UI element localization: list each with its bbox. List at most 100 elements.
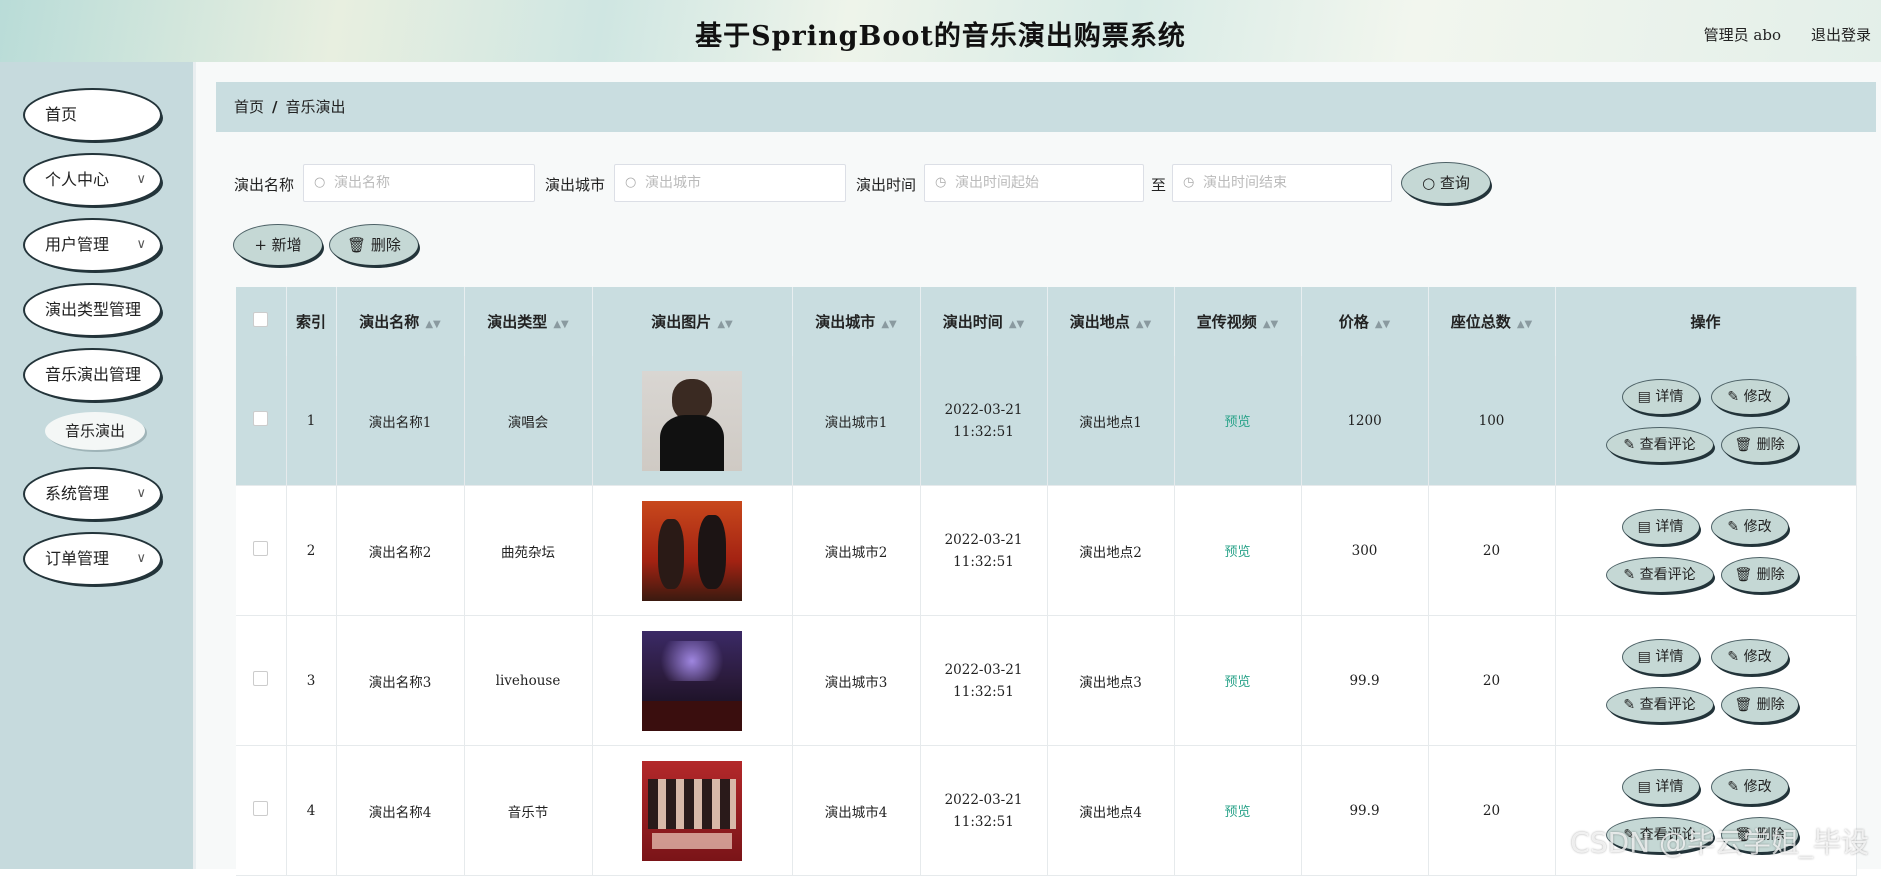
view-comments-button[interactable]: ✎ 查看评论 [1606, 687, 1713, 722]
top-bar: 基于SpringBoot的音乐演出购票系统 管理员 abo 退出登录 [0, 0, 1881, 63]
sort-icon[interactable]: ▲▼ [425, 319, 440, 330]
edit-button[interactable]: ✎ 修改 [1711, 639, 1788, 674]
cell-index: 2 [286, 485, 337, 616]
cell-place: 演出地点1 [1047, 356, 1175, 486]
sidebar-item-system-management[interactable]: 系统管理 ∨ [25, 469, 160, 519]
cell-video: 预览 [1174, 485, 1302, 616]
sidebar-item-show-type-management[interactable]: 演出类型管理 [25, 285, 160, 335]
search-city-input[interactable]: ○ 演出城市 [614, 164, 846, 202]
sidebar-item-personal-center[interactable]: 个人中心 ∨ [25, 155, 160, 205]
col-seats[interactable]: 座位总数 ▲▼ [1428, 287, 1556, 356]
row-checkbox[interactable] [253, 801, 269, 816]
view-comments-button[interactable]: ✎ 查看评论 [1606, 427, 1713, 462]
cell-index: 3 [286, 615, 337, 746]
sidebar-item-order-management[interactable]: 订单管理 ∨ [25, 534, 160, 584]
sidebar-subitem-music-show[interactable]: 音乐演出 [45, 412, 145, 450]
cell-time: 2022-03-21 11:32:51 [920, 356, 1048, 486]
view-comments-button[interactable]: ✎ 查看评论 [1606, 557, 1713, 592]
row-delete-button[interactable]: 🗑 删除 [1721, 557, 1798, 592]
breadcrumb: 首页 / 音乐演出 [216, 82, 1876, 132]
col-video[interactable]: 宣传视频 ▲▼ [1174, 287, 1302, 356]
detail-button[interactable]: ▤ 详情 [1622, 379, 1699, 414]
row-checkbox[interactable] [253, 671, 269, 686]
select-all-checkbox[interactable] [253, 312, 269, 327]
cell-time: 2022-03-21 11:32:51 [920, 615, 1048, 746]
breadcrumb-home[interactable]: 首页 [234, 98, 264, 116]
col-image-label: 演出图片 [651, 313, 712, 331]
cell-name: 演出名称4 [336, 745, 465, 876]
sort-icon[interactable]: ▲▼ [1009, 319, 1024, 330]
cell-time: 2022-03-21 11:32:51 [920, 745, 1048, 876]
video-preview-link[interactable]: 预览 [1224, 545, 1250, 560]
show-thumbnail[interactable] [642, 760, 742, 861]
show-thumbnail[interactable] [642, 370, 742, 471]
add-button[interactable]: + 新增 [234, 225, 322, 265]
chevron-down-icon: ∨ [136, 172, 146, 187]
sort-icon[interactable]: ▲▼ [1263, 319, 1278, 330]
col-city[interactable]: 演出城市 ▲▼ [792, 287, 921, 356]
sidebar-item-label: 首页 [45, 105, 78, 124]
row-select-cell[interactable] [236, 745, 287, 876]
row-select-cell[interactable] [236, 356, 287, 486]
detail-button[interactable]: ▤ 详情 [1622, 509, 1699, 544]
video-preview-link[interactable]: 预览 [1224, 675, 1250, 690]
select-all-cell[interactable] [236, 287, 287, 356]
cell-price: 99.9 [1301, 615, 1429, 746]
edit-button[interactable]: ✎ 修改 [1711, 769, 1788, 804]
col-place[interactable]: 演出地点 ▲▼ [1047, 287, 1175, 356]
row-select-cell[interactable] [236, 615, 287, 746]
row-checkbox[interactable] [253, 541, 269, 556]
detail-button[interactable]: ▤ 详情 [1622, 639, 1699, 674]
col-time[interactable]: 演出时间 ▲▼ [920, 287, 1048, 356]
video-preview-link[interactable]: 预览 [1224, 805, 1250, 820]
show-thumbnail[interactable] [642, 630, 742, 731]
detail-button[interactable]: ▤ 详情 [1622, 769, 1699, 804]
col-type[interactable]: 演出类型 ▲▼ [464, 287, 593, 356]
query-button[interactable]: ○ 查询 [1402, 163, 1490, 203]
shows-table: 索引 演出名称 ▲▼ 演出类型 ▲▼ 演出图片 ▲▼ 演出城市 ▲▼ 演出时间 ▲▼ 演出… [236, 287, 1857, 876]
breadcrumb-separator: / [272, 98, 278, 116]
app-title: 基于SpringBoot的音乐演出购票系统 [695, 21, 1186, 52]
show-thumbnail[interactable] [642, 500, 742, 601]
video-preview-link[interactable]: 预览 [1224, 415, 1250, 430]
add-button-label: 新增 [271, 236, 302, 254]
search-icon: ○ [1422, 174, 1440, 192]
table-row: 1 演出名称1 演唱会 演出城市1 2022-03-21 11:32:51 演出地点1 预览… [236, 356, 1857, 486]
row-checkbox[interactable] [253, 411, 269, 426]
sidebar: 首页 个人中心 ∨ 用户管理 ∨ 演出类型管理 音乐演出管理 音乐演出 系统管理… [0, 62, 196, 869]
trash-icon: 🗑 [347, 236, 371, 254]
logout-link[interactable]: 退出登录 [1811, 24, 1871, 45]
sidebar-item-music-show-management[interactable]: 音乐演出管理 [25, 350, 160, 400]
col-place-label: 演出地点 [1069, 313, 1130, 331]
row-delete-button-label: 删除 [1756, 436, 1785, 453]
col-image[interactable]: 演出图片 ▲▼ [592, 287, 793, 356]
sort-icon[interactable]: ▲▼ [1517, 319, 1532, 330]
breadcrumb-current: 音乐演出 [285, 98, 346, 116]
sort-icon[interactable]: ▲▼ [1375, 319, 1390, 330]
search-time-start-input[interactable]: ◷ 演出时间起始 [924, 164, 1144, 202]
row-delete-button[interactable]: 🗑 删除 [1721, 427, 1798, 462]
sort-icon[interactable]: ▲▼ [1136, 319, 1151, 330]
sort-icon[interactable]: ▲▼ [881, 319, 896, 330]
col-price[interactable]: 价格 ▲▼ [1301, 287, 1429, 356]
sidebar-item-home[interactable]: 首页 [25, 90, 160, 140]
chevron-down-icon: ∨ [136, 237, 146, 252]
cell-video: 预览 [1174, 615, 1302, 746]
search-name-input[interactable]: ○ 演出名称 [303, 164, 535, 202]
search-time-end-input[interactable]: ◷ 演出时间结束 [1172, 164, 1392, 202]
sidebar-item-user-management[interactable]: 用户管理 ∨ [25, 220, 160, 270]
row-select-cell[interactable] [236, 485, 287, 616]
sort-icon[interactable]: ▲▼ [717, 319, 732, 330]
col-name[interactable]: 演出名称 ▲▼ [336, 287, 465, 356]
table-row: 2 演出名称2 曲苑杂坛 演出城市2 2022-03-21 11:32:51 演出地点2 预… [236, 485, 1857, 616]
row-delete-button[interactable]: 🗑 删除 [1721, 687, 1798, 722]
delete-button[interactable]: 🗑 删除 [330, 225, 418, 265]
pencil-icon: ✎ [1727, 388, 1744, 405]
edit-button[interactable]: ✎ 修改 [1711, 509, 1788, 544]
sort-icon[interactable]: ▲▼ [553, 319, 568, 330]
detail-button-label: 详情 [1655, 648, 1684, 665]
edit-button[interactable]: ✎ 修改 [1711, 379, 1788, 414]
cell-image [592, 356, 793, 486]
cell-type: 演唱会 [464, 356, 593, 486]
pencil-icon: ✎ [1623, 566, 1640, 583]
